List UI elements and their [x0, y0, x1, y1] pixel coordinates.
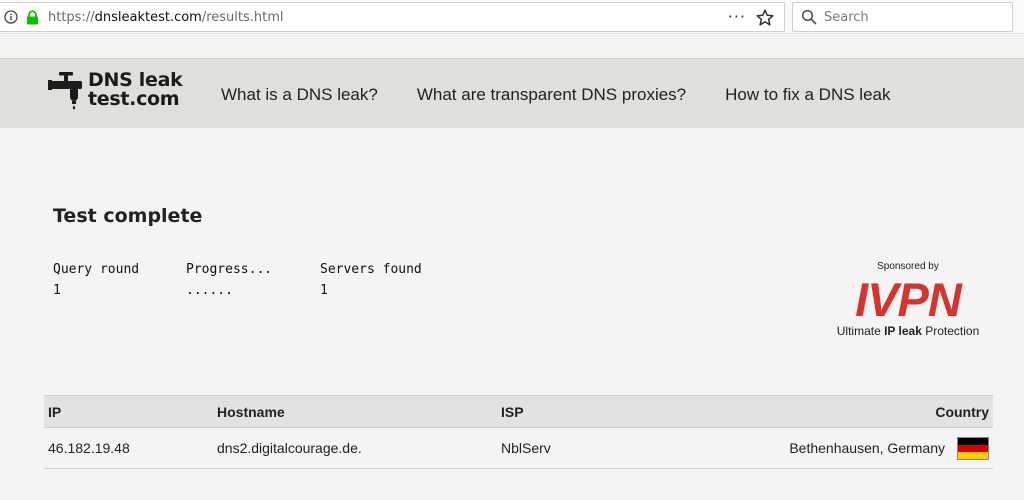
germany-flag-icon — [957, 436, 989, 460]
cell-ip: 46.182.19.48 — [44, 427, 213, 469]
site-logo[interactable]: DNS leak test.com — [48, 71, 183, 111]
stat-query-round: Query round 1 — [53, 259, 193, 301]
table-header-row: IP Hostname ISP Country — [44, 395, 993, 428]
cell-isp: NblServ — [497, 427, 717, 469]
bookmark-star-icon[interactable] — [755, 8, 775, 28]
logo-line-2: test.com — [88, 88, 180, 110]
faucet-icon — [48, 71, 84, 111]
stat-value: 1 — [320, 283, 328, 298]
lock-icon[interactable] — [24, 9, 40, 25]
tagline-prefix: Ultimate — [836, 324, 885, 338]
page-title: Test complete — [53, 205, 203, 227]
address-bar[interactable]: https://dnsleaktest.com/results.html ··· — [0, 2, 785, 32]
results-table: IP Hostname ISP Country 46.182.19.48 dns… — [44, 395, 993, 469]
stat-label: Query round — [53, 262, 140, 277]
header-hostname: Hostname — [213, 395, 497, 428]
stat-value: 1 — [53, 283, 61, 298]
search-input[interactable] — [824, 9, 1004, 25]
browser-toolbar: https://dnsleaktest.com/results.html ··· — [0, 0, 1024, 34]
cell-hostname: dns2.digitalcourage.de. — [213, 427, 497, 469]
ivpn-logo-text: IVPN — [855, 276, 963, 320]
url-path: /results.html — [201, 9, 284, 25]
stat-value: ...... — [186, 283, 233, 298]
header-country: Country — [717, 395, 993, 428]
stat-progress: Progress... ...... — [186, 259, 326, 301]
info-icon[interactable] — [3, 9, 19, 25]
tagline-suffix: Protection — [921, 324, 980, 338]
stat-label: Progress... — [186, 262, 273, 277]
main-nav: What is a DNS leak? What are transparent… — [221, 85, 890, 105]
search-bar[interactable] — [792, 2, 1013, 32]
page-top-gap — [0, 35, 1024, 58]
header-isp: ISP — [497, 395, 717, 428]
more-actions-icon[interactable]: ··· — [728, 9, 746, 25]
sponsor-banner[interactable]: Sponsored by IVPN Ultimate IP leak Prote… — [833, 261, 983, 338]
country-wrap: Bethenhausen, Germany — [789, 436, 989, 460]
nav-how-to-fix[interactable]: How to fix a DNS leak — [725, 85, 890, 105]
url-text[interactable]: https://dnsleaktest.com/results.html — [48, 10, 284, 25]
tagline-bold: IP leak — [884, 324, 922, 338]
url-domain: dnsleaktest.com — [94, 9, 202, 25]
ivpn-logo: IVPN — [855, 276, 964, 320]
nav-what-is-dns-leak[interactable]: What is a DNS leak? — [221, 85, 378, 105]
search-icon — [801, 9, 817, 25]
stat-label: Servers found — [320, 262, 422, 277]
sponsor-tagline: Ultimate IP leak Protection — [833, 324, 983, 338]
cell-country: Bethenhausen, Germany — [717, 427, 993, 469]
nav-transparent-dns-proxies[interactable]: What are transparent DNS proxies? — [417, 85, 686, 105]
header-ip: IP — [44, 395, 213, 428]
table-row: 46.182.19.48 dns2.digitalcourage.de. Nbl… — [44, 427, 993, 469]
country-name: Bethenhausen, Germany — [789, 440, 945, 456]
site-header: DNS leak test.com What is a DNS leak? Wh… — [0, 58, 1024, 128]
stat-servers-found: Servers found 1 — [320, 259, 460, 301]
url-scheme: https:// — [48, 9, 95, 25]
logo-text: DNS leak test.com — [88, 71, 183, 110]
sponsor-label: Sponsored by — [877, 261, 939, 272]
